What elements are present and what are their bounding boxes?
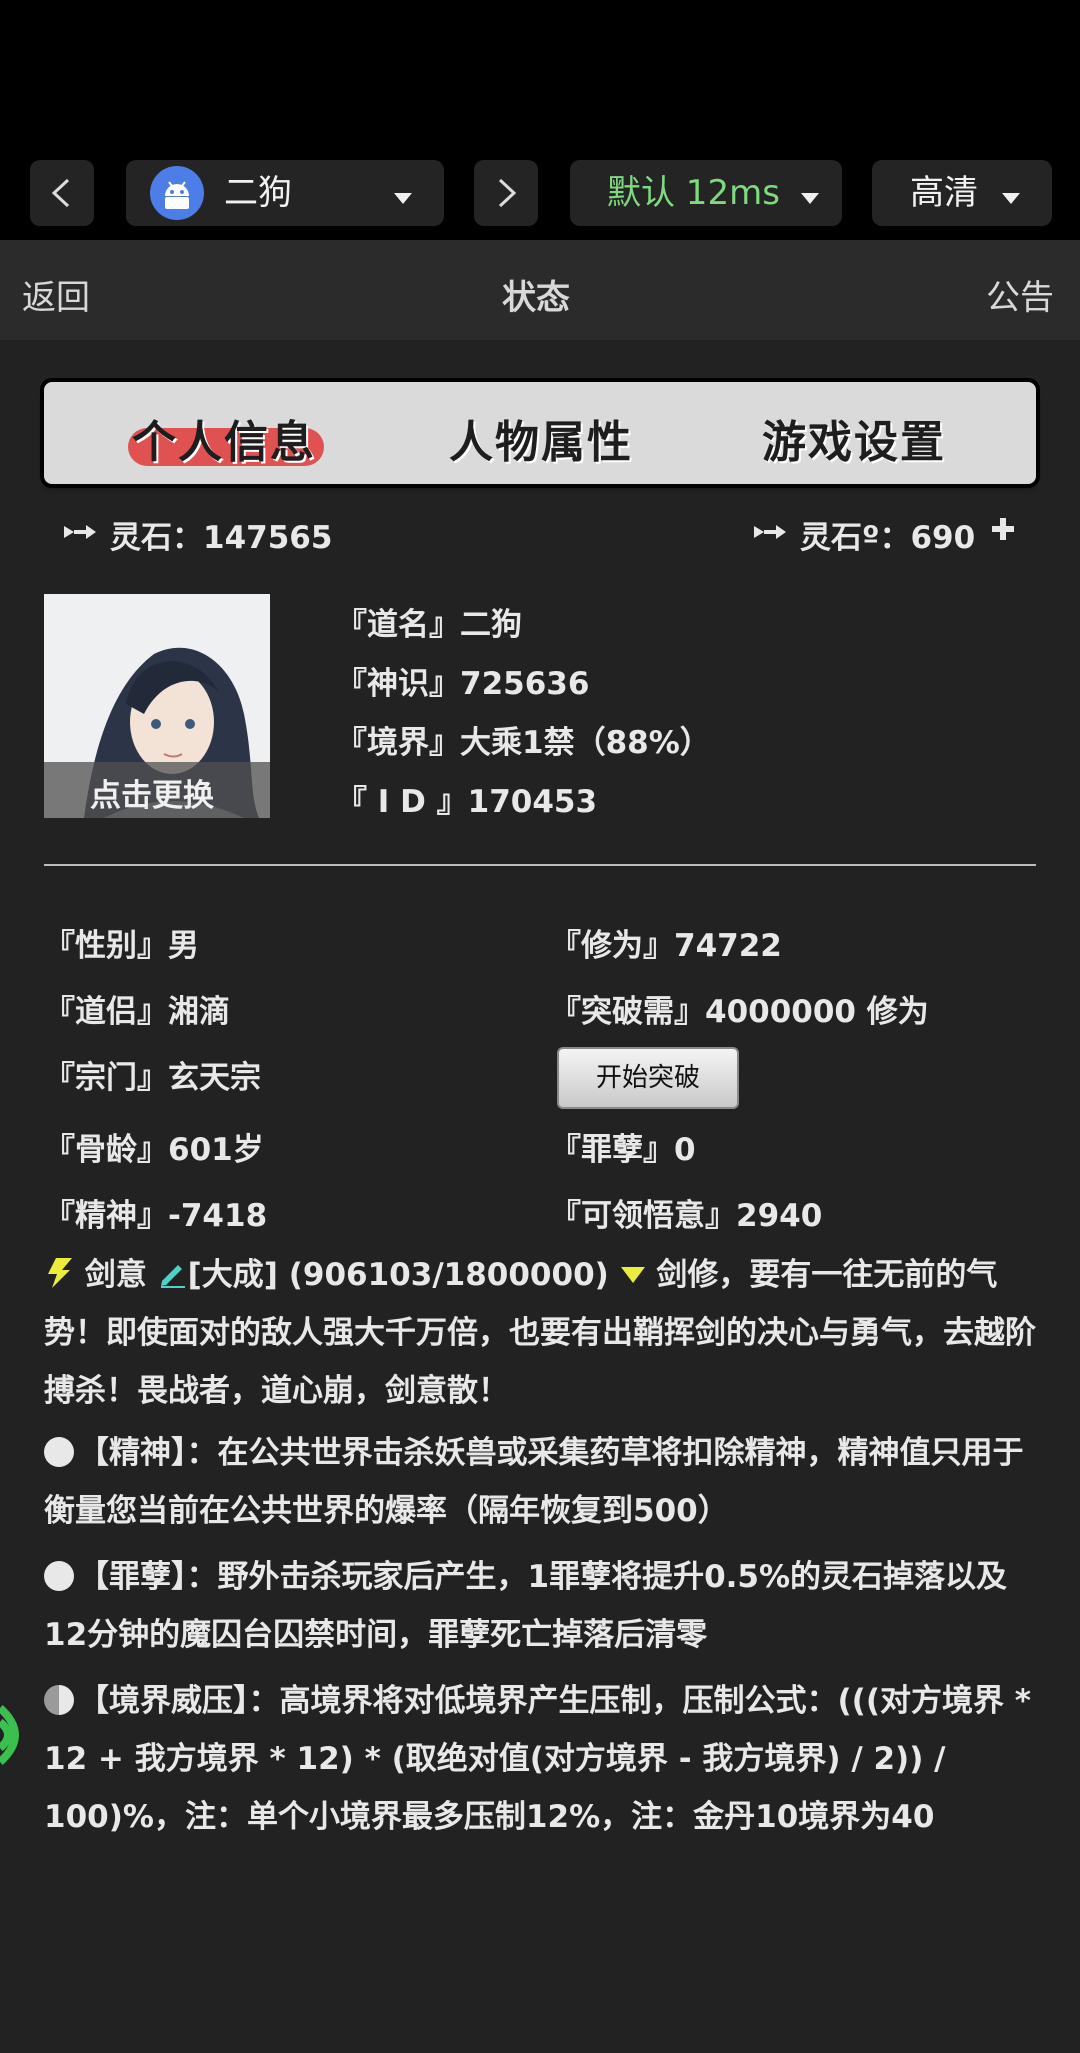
bullet-icon [44,1561,74,1591]
spirit-stone-icon [64,525,96,539]
bone-age: 『骨龄』601岁 [44,1132,264,1168]
page-title: 状态 [502,278,570,318]
android-icon [150,166,204,220]
spirit-stones-value: 灵石：147565 [110,520,333,556]
sin-note: 【罪孽】：野外击杀玩家后产生，1罪孽将提升0.5%的灵石掉落以及12分钟的魔囚台… [44,1548,1044,1664]
chevron-down-icon [1002,193,1020,204]
premium-stones-value: 灵石º：690 [800,520,976,556]
sin-value: 『罪孽』0 [550,1132,696,1168]
chevron-down-icon [394,193,412,204]
premium-stone-icon [754,525,786,539]
plus-icon[interactable] [990,516,1016,542]
bullet-icon [44,1437,74,1467]
back-arrow-button[interactable] [30,160,94,226]
realm-pressure-note-text: 【境界威压】：高境界将对低境界产生压制，压制公式：(((对方境界 * 12 + … [44,1683,1032,1835]
change-avatar-label[interactable]: 点击更换 [90,770,214,815]
realm: 『境界』大乘1禁（88%） [336,725,711,761]
lightning-icon [48,1258,72,1288]
sect: 『宗门』玄天宗 [44,1060,261,1096]
sword-intent-level: [大成] [187,1257,278,1293]
chevron-right-icon [498,178,517,208]
spirit-note-text: 【精神】：在公共世界击杀妖兽或采集药草将扣除精神，精神值只用于衡量您当前在公共世… [44,1435,1024,1529]
spirit-value: 『精神』-7418 [44,1198,268,1234]
tab-character-attributes[interactable]: 人物属性 [449,406,633,470]
daoist-name: 『道名』二狗 [336,607,522,643]
start-breakthrough-button[interactable]: 开始突破 [557,1047,739,1109]
dao-partner: 『道侣』湘滴 [44,994,230,1030]
sin-note-text: 【罪孽】：野外击杀玩家后产生，1罪孽将提升0.5%的灵石掉落以及12分钟的魔囚台… [44,1559,1008,1653]
status-bar [0,0,1080,120]
account-name: 二狗 [224,173,292,213]
breakthrough-requirement: 『突破需』4000000 修为 [550,994,929,1030]
bullet-icon [44,1685,74,1715]
tab-personal-info[interactable]: 个人信息 [132,406,316,470]
sword-intent-label: 剑意 [84,1257,147,1293]
back-link[interactable]: 返回 [22,270,90,319]
cultivation: 『修为』74722 [550,928,782,964]
quality-label: 高清 [910,173,978,213]
divider [44,864,1036,866]
edit-icon[interactable] [158,1259,188,1289]
tab-game-settings[interactable]: 游戏设置 [762,406,946,470]
caret-down-icon[interactable] [620,1265,646,1285]
forward-arrow-button[interactable] [474,160,538,226]
insight-value: 『可领悟意』2940 [550,1198,823,1234]
gender: 『性别』男 [44,928,199,964]
latency-label: 默认 12ms [607,173,780,213]
floating-wifi-icon[interactable] [0,1680,40,1790]
sword-intent-progress: (906103/1800000) [288,1257,609,1293]
chevron-down-icon [801,193,819,204]
notice-link[interactable]: 公告 [986,270,1054,319]
spirit-note: 【精神】：在公共世界击杀妖兽或采集药草将扣除精神，精神值只用于衡量您当前在公共世… [44,1424,1044,1540]
player-id: 『 I D 』170453 [336,784,598,820]
divine-sense: 『神识』725636 [336,666,590,702]
sword-intent-block: 剑意 [大成] (906103/1800000) 剑修，要有一往无前的气势！即使… [44,1246,1044,1420]
chevron-left-icon [51,178,70,208]
realm-pressure-note: 【境界威压】：高境界将对低境界产生压制，压制公式：(((对方境界 * 12 + … [44,1672,1044,1846]
